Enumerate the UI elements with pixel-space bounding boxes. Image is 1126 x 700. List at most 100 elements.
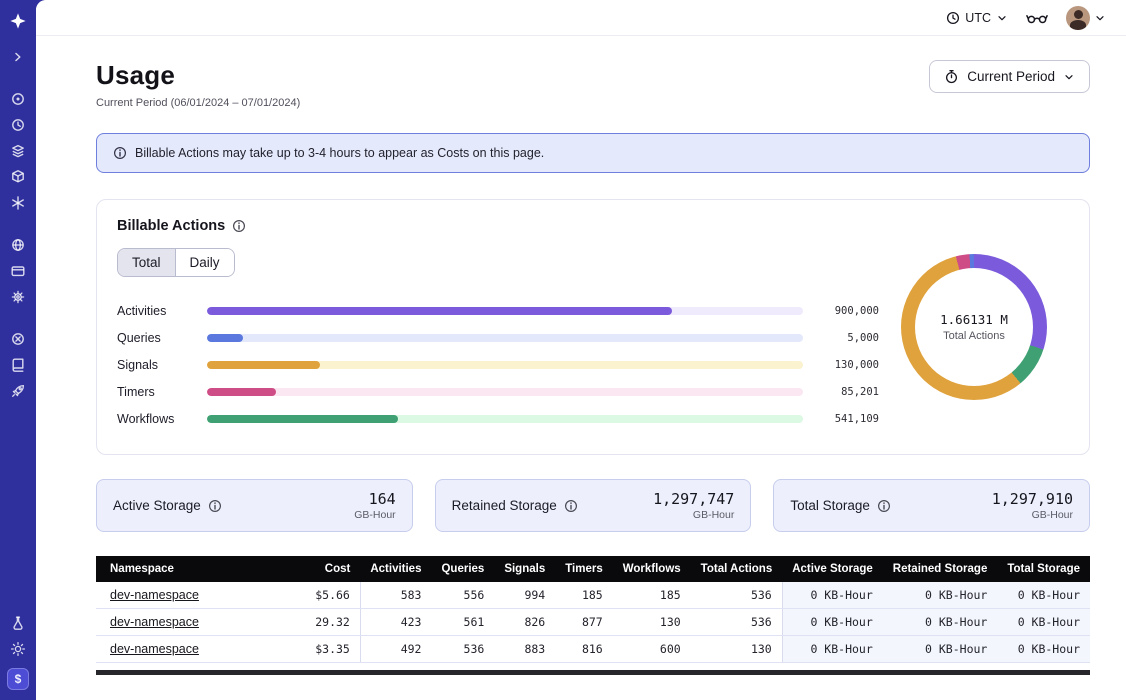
settings-gear-icon[interactable] (3, 284, 33, 310)
bar-label: Workflows (117, 412, 197, 426)
bar-fill (207, 415, 398, 423)
asterisk-icon[interactable] (3, 190, 33, 216)
bar-label: Signals (117, 358, 197, 372)
storage-stats-row: Active Storage 164 GB-Hour Retained Stor… (96, 479, 1090, 532)
temporal-logo-icon[interactable] (3, 8, 33, 34)
namespace-link[interactable]: dev-namespace (110, 615, 199, 629)
bar-track (207, 307, 803, 315)
app-root: $ UTC Usage Current Period (06/01/2024 – (0, 0, 1126, 700)
goggles-icon[interactable] (1026, 10, 1048, 25)
globe-icon[interactable] (3, 232, 33, 258)
billable-actions-card: Billable Actions Total Daily Activities9… (96, 199, 1090, 455)
cell-queries: 536 (431, 636, 494, 663)
namespace-usage-table: NamespaceCostActivitiesQueriesSignalsTim… (96, 556, 1090, 663)
billable-actions-info-banner: Billable Actions may take up to 3-4 hour… (96, 133, 1090, 173)
rocket-icon[interactable] (3, 378, 33, 404)
period-dropdown-label: Current Period (967, 69, 1055, 84)
next-table-header-partial (96, 670, 1090, 675)
clock-icon (946, 11, 960, 25)
total-actions-label: Total Actions (943, 330, 1005, 342)
namespace-link[interactable]: dev-namespace (110, 588, 199, 602)
retained-storage-unit: GB-Hour (653, 509, 734, 521)
cell-cost: 29.32 (302, 609, 361, 636)
cell-total-storage: 0 KB-Hour (997, 609, 1090, 636)
usage-page: Usage Current Period (06/01/2024 – 07/01… (36, 36, 1126, 700)
cell-retained-storage: 0 KB-Hour (883, 582, 998, 609)
cell-total-actions: 130 (691, 636, 783, 663)
cell-retained-storage: 0 KB-Hour (883, 609, 998, 636)
namespaces-icon[interactable] (3, 86, 33, 112)
billable-actions-title: Billable Actions (117, 218, 1069, 234)
cell-cost: $5.66 (302, 582, 361, 609)
cell-signals: 883 (494, 636, 555, 663)
cell-activities: 423 (360, 609, 431, 636)
bar-fill (207, 361, 320, 369)
cell-retained-storage: 0 KB-Hour (883, 636, 998, 663)
docs-book-icon[interactable] (3, 352, 33, 378)
bar-track (207, 361, 803, 369)
info-icon[interactable] (232, 219, 246, 233)
current-period-subtitle: Current Period (06/01/2024 – 07/01/2024) (96, 97, 300, 109)
bar-track (207, 334, 803, 342)
bar-track (207, 388, 803, 396)
bar-row-activities: Activities900,000 (117, 297, 879, 324)
info-icon[interactable] (877, 499, 891, 513)
expand-chevron-right-icon[interactable] (3, 44, 33, 70)
tab-daily[interactable]: Daily (176, 249, 234, 276)
history-clock-icon[interactable] (3, 112, 33, 138)
account-menu[interactable] (1066, 6, 1106, 30)
user-avatar (1066, 6, 1090, 30)
column-header-timers: Timers (555, 556, 613, 582)
chevron-down-icon (1094, 12, 1106, 24)
info-icon[interactable] (564, 499, 578, 513)
info-icon[interactable] (208, 499, 222, 513)
support-dollar-icon[interactable]: $ (7, 668, 29, 690)
bar-fill (207, 388, 276, 396)
column-header-namespace: Namespace (96, 556, 302, 582)
cell-timers: 816 (555, 636, 613, 663)
namespace-link[interactable]: dev-namespace (110, 642, 199, 656)
total-storage-unit: GB-Hour (992, 509, 1073, 521)
active-storage-value: 164 (354, 490, 395, 508)
table-row: dev-namespace$3.354925368838166001300 KB… (96, 636, 1090, 663)
retained-storage-card: Retained Storage 1,297,747 GB-Hour (435, 479, 752, 532)
lab-flask-icon[interactable] (3, 610, 33, 636)
theme-sun-icon[interactable] (3, 636, 33, 662)
cell-signals: 994 (494, 582, 555, 609)
cell-activities: 583 (360, 582, 431, 609)
table-header-row: NamespaceCostActivitiesQueriesSignalsTim… (96, 556, 1090, 582)
billing-card-icon[interactable] (3, 258, 33, 284)
circle-cancel-icon[interactable] (3, 326, 33, 352)
cell-signals: 826 (494, 609, 555, 636)
period-dropdown-button[interactable]: Current Period (929, 60, 1090, 93)
chevron-down-icon (1063, 71, 1075, 83)
total-actions-donut-wrap: 1.66131 M Total Actions (879, 254, 1069, 400)
cell-workflows: 130 (613, 609, 691, 636)
bar-fill (207, 334, 243, 342)
stack-layers-icon[interactable] (3, 138, 33, 164)
cube-icon[interactable] (3, 164, 33, 190)
info-icon (113, 146, 127, 160)
total-actions-value: 1.66131 M (940, 312, 1008, 327)
banner-text: Billable Actions may take up to 3-4 hour… (135, 146, 544, 160)
cell-active-storage: 0 KB-Hour (782, 582, 883, 609)
cell-active-storage: 0 KB-Hour (782, 609, 883, 636)
active-storage-unit: GB-Hour (354, 509, 395, 521)
bar-label: Activities (117, 304, 197, 318)
bar-value: 85,201 (813, 386, 879, 398)
left-nav-sidebar: $ (0, 0, 36, 700)
actions-bar-chart: Activities900,000Queries5,000Signals130,… (117, 297, 879, 432)
page-head: Usage Current Period (06/01/2024 – 07/01… (96, 60, 1090, 109)
total-actions-donut-chart: 1.66131 M Total Actions (901, 254, 1047, 400)
tab-total[interactable]: Total (118, 249, 176, 276)
stopwatch-icon (944, 69, 959, 84)
bar-label: Queries (117, 331, 197, 345)
active-storage-card: Active Storage 164 GB-Hour (96, 479, 413, 532)
cell-timers: 877 (555, 609, 613, 636)
column-header-total-actions: Total Actions (691, 556, 783, 582)
bar-row-signals: Signals 130,000 (117, 351, 879, 378)
bar-label: Timers (117, 385, 197, 399)
bar-value: 130,000 (813, 359, 879, 371)
timezone-selector[interactable]: UTC (946, 11, 1008, 25)
total-storage-label: Total Storage (790, 498, 870, 513)
